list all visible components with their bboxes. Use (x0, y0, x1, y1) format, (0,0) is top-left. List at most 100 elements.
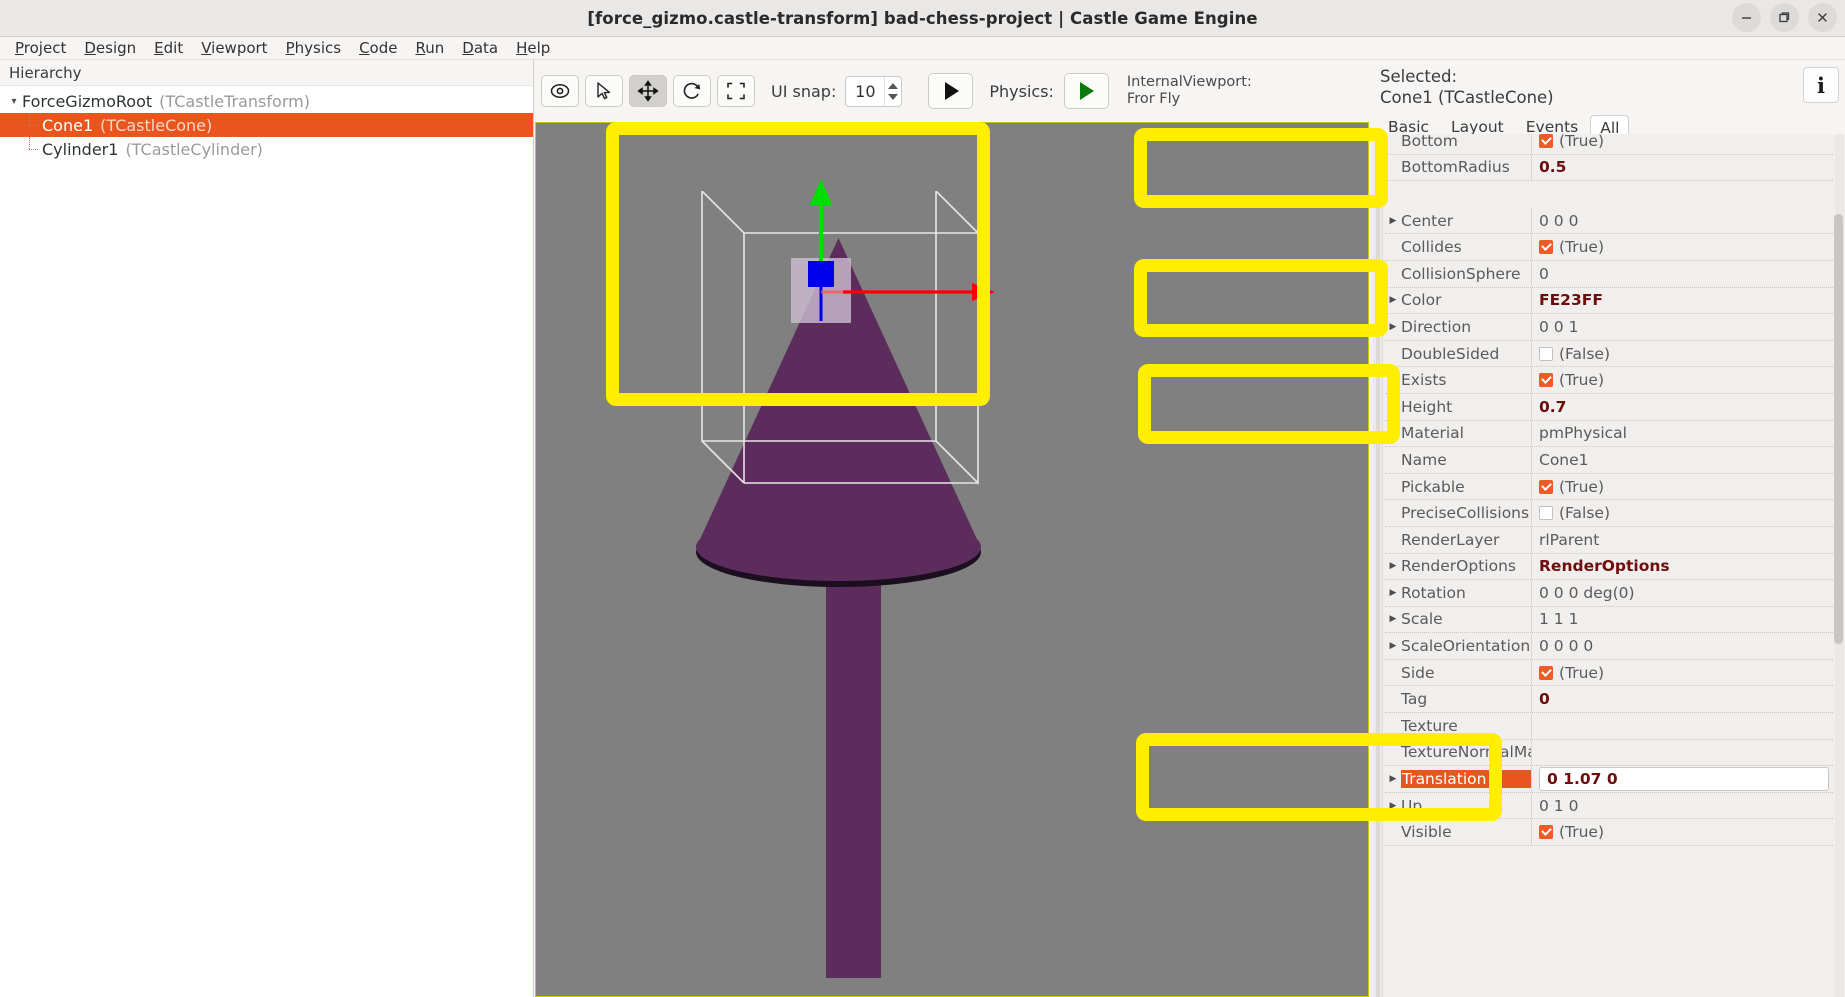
property-row-up[interactable]: ▶ Up 0 1 0 (1385, 792, 1833, 820)
property-checkbox[interactable] (1539, 240, 1553, 255)
property-checkbox[interactable] (1539, 373, 1553, 388)
property-row-texture[interactable]: Texture (1385, 713, 1833, 740)
property-value[interactable]: (True) (1539, 371, 1833, 389)
property-row-bottomradius[interactable]: BottomRadius 0.5 (1385, 154, 1833, 182)
property-value[interactable]: 1 1 1 (1539, 610, 1833, 628)
property-name[interactable]: Collides (1401, 238, 1531, 256)
property-value[interactable]: 0 (1539, 265, 1833, 283)
menu-item-viewport[interactable]: Viewport (192, 37, 276, 59)
expand-triangle-icon[interactable]: ▶ (1385, 801, 1401, 811)
property-name[interactable]: PreciseCollisions (1401, 504, 1531, 522)
property-row-collides[interactable]: Collides (True) (1385, 234, 1833, 261)
select-arrow-icon[interactable] (585, 75, 623, 107)
property-value[interactable]: 0 0 0 (1539, 212, 1833, 230)
property-value[interactable]: (True) (1539, 238, 1833, 256)
hierarchy-tree[interactable]: ▾ ForceGizmoRoot (TCastleTransform) Cone1 (T… (0, 86, 533, 161)
property-row-side[interactable]: Side (True) (1385, 659, 1833, 687)
menu-item-run[interactable]: Run (406, 37, 453, 59)
property-name[interactable]: BottomRadius (1401, 158, 1531, 176)
expand-triangle-icon[interactable]: ▶ (1385, 641, 1401, 651)
property-checkbox[interactable] (1539, 346, 1553, 361)
property-row-pickable[interactable]: Pickable (True) (1385, 473, 1833, 501)
property-row-height[interactable]: Height 0.7 (1385, 393, 1833, 421)
expand-triangle-icon[interactable]: ▶ (1385, 588, 1401, 598)
property-checkbox[interactable] (1539, 134, 1553, 148)
property-row-collisionsphere[interactable]: CollisionSphere 0 (1385, 260, 1833, 288)
physics-play-button[interactable] (1063, 73, 1109, 109)
info-icon[interactable]: i (1803, 67, 1839, 103)
property-row-material[interactable]: Material pmPhysical (1385, 420, 1833, 448)
property-name[interactable]: Visible (1401, 823, 1531, 841)
property-name[interactable]: DoubleSided (1401, 345, 1531, 363)
property-value[interactable]: (True) (1539, 664, 1833, 682)
property-name[interactable]: CollisionSphere (1401, 265, 1531, 283)
property-scrollbar-thumb[interactable] (1834, 214, 1843, 644)
gizmo-plane-handle[interactable] (791, 258, 851, 323)
property-value[interactable]: 0 1 0 (1539, 797, 1833, 815)
property-name[interactable]: Material (1401, 424, 1531, 442)
property-value[interactable]: RenderOptions (1539, 557, 1833, 575)
property-row-name[interactable]: Name Cone1 (1385, 447, 1833, 474)
property-name[interactable]: Bottom (1401, 134, 1531, 150)
play-button[interactable] (928, 73, 974, 109)
property-scrollbar-track[interactable] (1834, 134, 1844, 997)
property-name[interactable]: ScaleOrientation (1401, 637, 1531, 655)
property-row-doublesided[interactable]: DoubleSided (False) (1385, 340, 1833, 368)
property-value[interactable]: rlParent (1539, 531, 1833, 549)
stepper-down-icon[interactable] (888, 93, 899, 100)
minimize-button[interactable] (1732, 3, 1761, 32)
menu-item-design[interactable]: Design (75, 37, 145, 59)
property-row-spacer[interactable] (1385, 181, 1833, 208)
property-value[interactable]: Cone1 (1539, 451, 1833, 469)
property-value[interactable]: 0.5 (1539, 158, 1833, 176)
property-row-rotation[interactable]: ▶ Rotation 0 0 0 deg(0) (1385, 580, 1833, 607)
scale-icon[interactable] (717, 75, 755, 107)
property-name[interactable]: Side (1401, 664, 1531, 682)
property-name[interactable]: Name (1401, 451, 1531, 469)
property-row-visible[interactable]: Visible (True) (1385, 819, 1833, 847)
property-checkbox[interactable] (1539, 825, 1553, 840)
ui-snap-stepper[interactable]: 10 (845, 75, 903, 107)
property-value-input[interactable]: 0 1.07 0 (1539, 767, 1829, 792)
property-row-renderlayer[interactable]: RenderLayer rlParent (1385, 526, 1833, 554)
property-value[interactable]: (True) (1539, 134, 1833, 150)
property-value[interactable]: (True) (1539, 478, 1833, 496)
tree-node-cone1[interactable]: Cone1 (TCastleCone) (0, 113, 533, 137)
eye-gizmo-icon[interactable] (541, 75, 579, 107)
expand-triangle-icon[interactable]: ▶ (1385, 561, 1401, 571)
property-value[interactable]: 0 0 0 0 (1539, 637, 1833, 655)
property-name[interactable]: Rotation (1401, 584, 1531, 602)
close-button[interactable] (1808, 3, 1837, 32)
ui-snap-arrows[interactable] (884, 76, 901, 106)
property-name[interactable]: Up (1401, 797, 1531, 815)
menu-item-help[interactable]: Help (507, 37, 559, 59)
maximize-button[interactable] (1770, 3, 1799, 32)
property-row-center[interactable]: ▶ Center 0 0 0 (1385, 207, 1833, 235)
menu-item-data[interactable]: Data (453, 37, 507, 59)
property-value[interactable]: pmPhysical (1539, 424, 1833, 442)
rotate-icon[interactable] (673, 75, 711, 107)
property-list[interactable]: Bottom (True) BottomRadius 0.5 ▶ Center 0 0 0 C… (1370, 134, 1845, 997)
property-value[interactable]: 0 (1539, 690, 1833, 708)
menu-item-code[interactable]: Code (350, 37, 406, 59)
property-name[interactable]: Center (1401, 212, 1531, 230)
translate-move-icon[interactable] (629, 75, 667, 107)
expand-triangle-icon[interactable]: ▶ (1385, 774, 1401, 784)
property-value[interactable]: (True) (1539, 823, 1833, 841)
property-checkbox[interactable] (1539, 665, 1553, 680)
property-name[interactable]: Scale (1401, 610, 1531, 628)
property-name[interactable]: Tag (1401, 690, 1531, 708)
menu-item-edit[interactable]: Edit (145, 37, 192, 59)
property-checkbox[interactable] (1539, 506, 1553, 521)
property-row-exists[interactable]: Exists (True) (1385, 367, 1833, 394)
property-value[interactable]: (False) (1539, 345, 1833, 363)
ui-snap-value[interactable]: 10 (846, 82, 884, 101)
scene-viewport[interactable] (535, 122, 1369, 997)
expand-triangle-icon[interactable]: ▶ (1385, 322, 1401, 332)
property-value[interactable]: (False) (1539, 504, 1833, 522)
property-row-precisecollisions[interactable]: PreciseCollisions (False) (1385, 500, 1833, 527)
property-name[interactable]: Height (1401, 398, 1531, 416)
property-rows[interactable]: Bottom (True) BottomRadius 0.5 ▶ Center 0 0 0 C… (1385, 134, 1833, 847)
property-row-renderoptions[interactable]: ▶ RenderOptions RenderOptions (1385, 553, 1833, 581)
expander-icon[interactable]: ▾ (6, 96, 22, 107)
